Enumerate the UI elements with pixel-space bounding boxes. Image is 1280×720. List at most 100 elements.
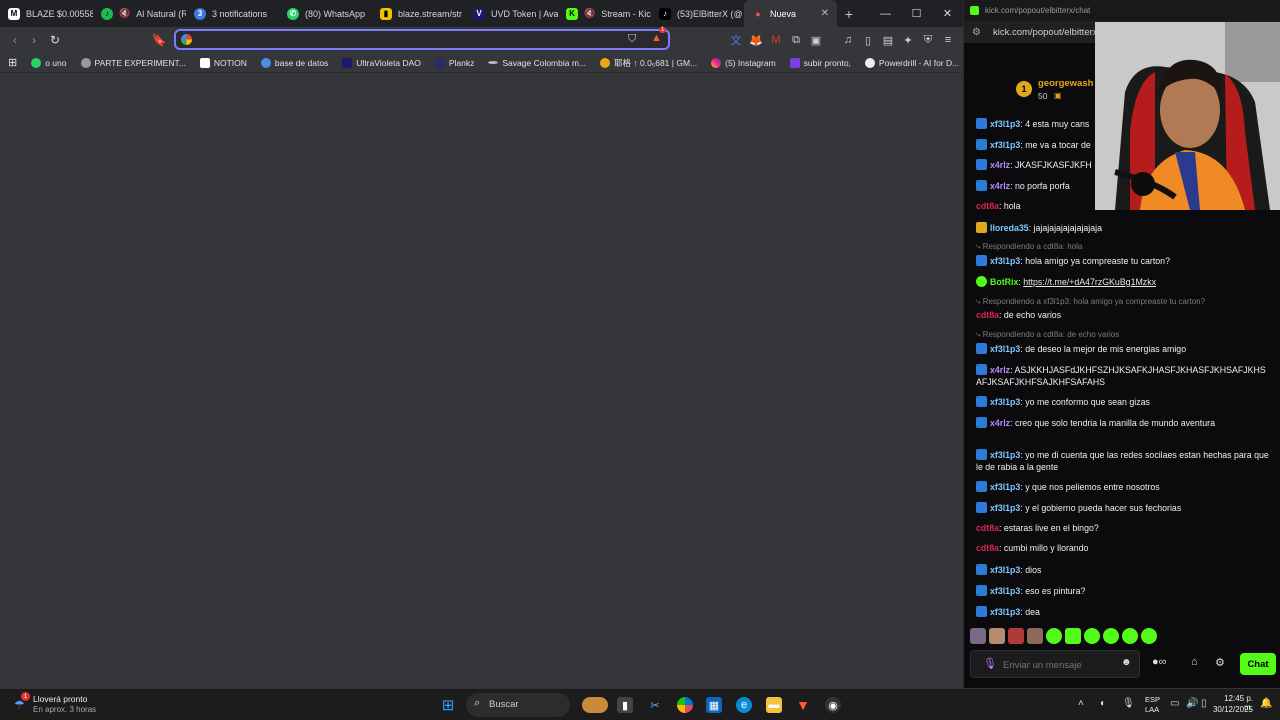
forward-arrow-icon[interactable]: › xyxy=(24,30,44,50)
tab-spotify[interactable]: ♪ 🔇 Al Natural (R xyxy=(93,0,186,27)
kicks-icon[interactable]: ●∞ xyxy=(1152,656,1167,668)
window-close-icon[interactable]: ✕ xyxy=(932,0,963,27)
message-input-box[interactable]: 🎙 ☻ xyxy=(970,650,1140,678)
chat-username[interactable]: xf3l1p3 xyxy=(990,256,1020,266)
extensions-puzzle-icon[interactable]: ⧉ xyxy=(789,33,803,47)
new-tab-plus-icon[interactable]: + xyxy=(837,2,861,26)
network-icon[interactable]: ▭ xyxy=(1170,698,1179,709)
chat-link[interactable]: https://t.me/+dA47rzGKuBg1Mzkx xyxy=(1023,277,1156,287)
clock-date[interactable]: 30/12/2025 xyxy=(1209,705,1253,714)
copilot-icon[interactable] xyxy=(677,697,693,713)
snipping-tool-icon[interactable]: ✂ xyxy=(647,697,663,713)
chat-username[interactable]: x4rlz xyxy=(990,418,1010,428)
leo-ai-icon[interactable]: ✦ xyxy=(901,33,915,47)
message-input[interactable] xyxy=(1003,658,1121,672)
chat-message[interactable]: cdt8a: de echo varios xyxy=(976,310,1271,322)
close-tab-icon[interactable]: ✕ xyxy=(821,8,829,19)
chat-username[interactable]: x4rlz xyxy=(990,160,1010,170)
maximize-icon[interactable]: ☐ xyxy=(901,0,932,27)
microphone-icon[interactable]: 🎙 xyxy=(983,657,997,670)
emote[interactable] xyxy=(1008,628,1024,644)
chat-message[interactable]: xf3l1p3: yo me di cuenta que las redes s… xyxy=(976,449,1271,473)
send-chat-button[interactable]: Chat xyxy=(1240,653,1276,675)
emote[interactable] xyxy=(1065,628,1081,644)
store-icon[interactable]: ⌂ xyxy=(1191,656,1198,668)
brave-icon[interactable]: ▼ xyxy=(795,697,811,713)
emote[interactable] xyxy=(1027,628,1043,644)
chat-username[interactable]: xf3l1p3 xyxy=(990,344,1020,354)
windows-start-icon[interactable]: ⊞ xyxy=(440,697,456,714)
bookmark-item[interactable]: subir pronto, xyxy=(783,57,858,68)
language-code[interactable]: ESP xyxy=(1145,695,1160,704)
tab-tiktok[interactable]: ♪ (53)ElBitterX (@ xyxy=(651,0,744,27)
bookmark-item[interactable]: o uno xyxy=(24,57,73,68)
keyboard-layout[interactable]: LAA xyxy=(1145,705,1159,714)
translate-icon[interactable]: 文 xyxy=(729,33,743,47)
weather-title[interactable]: Lloverá pronto xyxy=(33,694,87,704)
chat-message[interactable]: lloreda35: jajajajajajajajajaja xyxy=(976,221,1271,235)
brave-rewards-icon[interactable]: ▲ xyxy=(651,32,662,44)
chat-username[interactable]: x4rlz xyxy=(990,365,1010,375)
reload-icon[interactable]: ↻ xyxy=(45,30,65,50)
search-highlight-icon[interactable] xyxy=(582,697,608,713)
bookmark-icon[interactable]: 🔖 xyxy=(149,30,169,50)
emote[interactable] xyxy=(1141,628,1157,644)
bookmark-item[interactable]: Savage Colombia m... xyxy=(481,58,593,68)
chat-message[interactable]: BotRix: https://t.me/+dA47rzGKuBg1Mzkx xyxy=(976,275,1271,289)
media-controls-icon[interactable]: ♫ xyxy=(841,33,855,47)
chat-message[interactable]: cdt8a: cumbi millo y llorando xyxy=(976,543,1271,555)
chat-message[interactable]: xf3l1p3: y que nos peliemos entre nosotr… xyxy=(976,481,1271,494)
emote[interactable] xyxy=(989,628,1005,644)
tray-app-icon[interactable]: ◐ xyxy=(1100,698,1106,709)
chat-username[interactable]: xf3l1p3 xyxy=(990,119,1020,129)
chat-username[interactable]: cdt8a xyxy=(976,543,999,553)
chat-username[interactable]: xf3l1p3 xyxy=(990,565,1020,575)
chat-username[interactable]: lloreda35 xyxy=(990,223,1029,233)
metamask-icon[interactable]: 🦊 xyxy=(749,33,763,47)
bookmark-item[interactable]: 耶格 ↑ 0.0₅681 | GM... xyxy=(593,57,704,69)
chat-username[interactable]: xf3l1p3 xyxy=(990,450,1020,460)
chat-username[interactable]: cdt8a xyxy=(976,523,999,533)
emoji-icon[interactable]: ☻ xyxy=(1121,657,1132,668)
store-app-icon[interactable]: ▦ xyxy=(706,697,722,713)
tab-notifications[interactable]: 3 3 notifications xyxy=(186,0,279,27)
chat-username[interactable]: cdt8a xyxy=(976,310,999,320)
emote[interactable] xyxy=(1046,628,1062,644)
chat-username[interactable]: BotRix xyxy=(990,277,1018,287)
bookmark-item[interactable]: base de datos xyxy=(254,57,335,68)
file-explorer-icon[interactable]: ▬ xyxy=(766,697,782,713)
tab-blaze-stream[interactable]: ▮ blaze.stream/str xyxy=(372,0,465,27)
chat-username[interactable]: cdt8a xyxy=(976,201,999,211)
chat-username[interactable]: xf3l1p3 xyxy=(990,503,1020,513)
obs-icon[interactable]: ◉ xyxy=(825,697,841,713)
bookmark-item[interactable]: NOTION xyxy=(193,57,254,68)
muted-speaker-icon[interactable]: 🔇 xyxy=(584,8,595,19)
tab-uvd-token[interactable]: V UVD Token | Ava xyxy=(465,0,558,27)
volume-icon[interactable]: 🔊 xyxy=(1186,698,1198,709)
chat-message[interactable]: xf3l1p3: y el gobierno pueda hacer sus f… xyxy=(976,502,1271,515)
tab-blaze[interactable]: M BLAZE $0.00558 xyxy=(0,0,93,27)
chat-message[interactable]: xf3l1p3: yo me conformo que sean gizas xyxy=(976,396,1271,409)
battery-icon[interactable]: ▯ xyxy=(1201,698,1207,709)
bookmark-item[interactable]: Plankz xyxy=(428,57,482,68)
notification-bell-icon[interactable]: 🔔 xyxy=(1260,698,1272,709)
chat-username[interactable]: xf3l1p3 xyxy=(990,586,1020,596)
site-settings-icon[interactable]: ⚙ xyxy=(972,27,981,38)
emote[interactable] xyxy=(1084,628,1100,644)
chat-username[interactable]: xf3l1p3 xyxy=(990,607,1020,617)
back-arrow-icon[interactable]: ‹ xyxy=(5,30,25,50)
muted-speaker-icon[interactable]: 🔇 xyxy=(119,8,130,19)
chat-message[interactable]: xf3l1p3: de deseo la mejor de mis energi… xyxy=(976,343,1271,356)
chat-message[interactable]: xf3l1p3: dios xyxy=(976,564,1271,577)
tab-whatsapp[interactable]: ✆ (80) WhatsApp xyxy=(279,0,372,27)
chat-username[interactable]: x4rlz xyxy=(990,181,1010,191)
chat-message[interactable]: xf3l1p3: hola amigo ya compreaste tu car… xyxy=(976,255,1271,268)
bookmark-item[interactable]: (5) Instagram xyxy=(704,57,783,68)
edge-icon[interactable]: e xyxy=(736,697,752,713)
tab-new-tab[interactable]: ● Nueva ✕ xyxy=(744,0,837,27)
tab-kick-stream[interactable]: K 🔇 Stream - Kick xyxy=(558,0,651,27)
chat-message[interactable]: x4rlz: creo que solo tendria la manilla … xyxy=(976,416,1271,430)
chat-message[interactable]: xf3l1p3: eso es pintura? xyxy=(976,584,1271,598)
apps-grid-icon[interactable]: ⊞ xyxy=(0,56,24,69)
chat-username[interactable]: xf3l1p3 xyxy=(990,397,1020,407)
